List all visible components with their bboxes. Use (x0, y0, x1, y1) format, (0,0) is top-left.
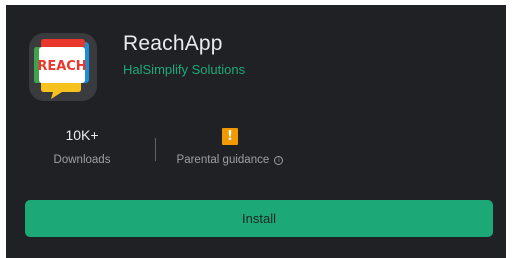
app-details-card: REACH ReachApp HalSimplify Solutions 10K… (6, 5, 506, 258)
stats-divider (155, 138, 156, 161)
info-icon[interactable]: i (274, 156, 284, 165)
downloads-stat: 10K+ Downloads (26, 123, 138, 166)
developer-link[interactable]: HalSimplify Solutions (123, 62, 245, 77)
content-rating-label: Parental guidance i (166, 154, 294, 166)
reach-logo-icon: REACH (34, 39, 89, 99)
content-rating-stat[interactable]: ! Parental guidance i (166, 123, 294, 166)
downloads-count: 10K+ (65, 127, 99, 143)
downloads-label: Downloads (53, 154, 111, 166)
logo-text: REACH (37, 59, 86, 74)
content-rating-value: ! (166, 123, 294, 147)
parental-guidance-icon: ! (222, 128, 238, 145)
content-rating-text: Parental guidance (176, 154, 270, 166)
install-button[interactable]: Install (25, 200, 493, 237)
app-title: ReachApp (123, 32, 223, 55)
app-icon: REACH (29, 33, 97, 101)
